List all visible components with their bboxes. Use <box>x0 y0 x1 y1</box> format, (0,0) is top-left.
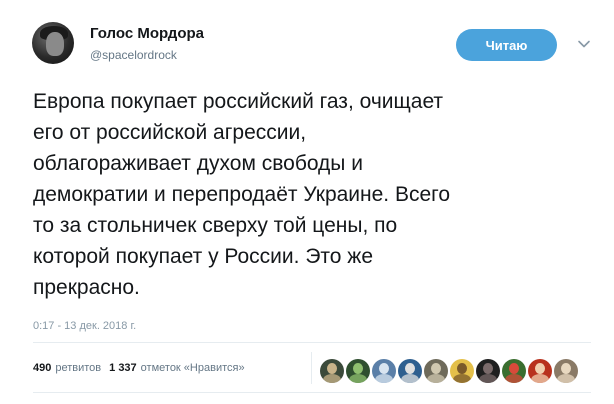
divider <box>33 342 591 343</box>
liker-avatar[interactable] <box>346 359 370 383</box>
liker-avatar-figure <box>427 374 445 383</box>
liker-avatars <box>320 359 580 383</box>
liker-avatar-figure <box>457 363 467 374</box>
liker-avatar-figure <box>349 374 367 383</box>
chevron-down-icon[interactable] <box>576 36 592 52</box>
liker-avatar[interactable] <box>424 359 448 383</box>
tweet-stats: 490 ретвитов 1 337 отметок «Нравится» <box>33 362 245 374</box>
liker-avatar-figure <box>557 374 575 383</box>
author-handle[interactable]: @spacelordrock <box>90 48 177 62</box>
liker-avatar[interactable] <box>398 359 422 383</box>
liker-avatar[interactable] <box>502 359 526 383</box>
author-name[interactable]: Голос Мордора <box>90 25 204 42</box>
liker-avatar-figure <box>431 363 441 374</box>
retweets-count[interactable]: 490 <box>33 362 51 374</box>
liker-avatar-figure <box>479 374 497 383</box>
liker-avatar-figure <box>327 363 337 374</box>
liker-avatar-figure <box>401 374 419 383</box>
tweet-timestamp[interactable]: 0:17 - 13 дек. 2018 г. <box>33 320 136 332</box>
liker-avatar-figure <box>535 363 545 374</box>
likes-count[interactable]: 1 337 <box>109 362 137 374</box>
following-button[interactable]: Читаю <box>456 29 557 61</box>
retweets-label[interactable]: ретвитов <box>55 362 101 374</box>
liker-avatar-figure <box>531 374 549 383</box>
liker-avatar-figure <box>561 363 571 374</box>
liker-avatar-figure <box>375 374 393 383</box>
liker-avatar[interactable] <box>372 359 396 383</box>
liker-avatar[interactable] <box>450 359 474 383</box>
liker-avatar[interactable] <box>476 359 500 383</box>
liker-avatar-figure <box>505 374 523 383</box>
liker-avatar-figure <box>509 363 519 374</box>
avatar-face-shape <box>46 32 64 56</box>
divider <box>33 392 591 393</box>
liker-avatar[interactable] <box>320 359 344 383</box>
liker-avatar-figure <box>323 374 341 383</box>
liker-avatar-figure <box>405 363 415 374</box>
tweet-text: Европа покупает российский газ, очищает … <box>33 90 451 299</box>
liker-avatar-figure <box>483 363 493 374</box>
liker-avatar[interactable] <box>528 359 552 383</box>
liker-avatar-figure <box>353 363 363 374</box>
stats-separator <box>311 352 312 384</box>
liker-avatar[interactable] <box>554 359 578 383</box>
liker-avatar-figure <box>379 363 389 374</box>
likes-label[interactable]: отметок «Нравится» <box>141 362 245 374</box>
tweet-card: Голос Мордора @spacelordrock Читаю Европ… <box>0 0 614 404</box>
liker-avatar-figure <box>453 374 471 383</box>
author-avatar[interactable] <box>32 22 74 64</box>
